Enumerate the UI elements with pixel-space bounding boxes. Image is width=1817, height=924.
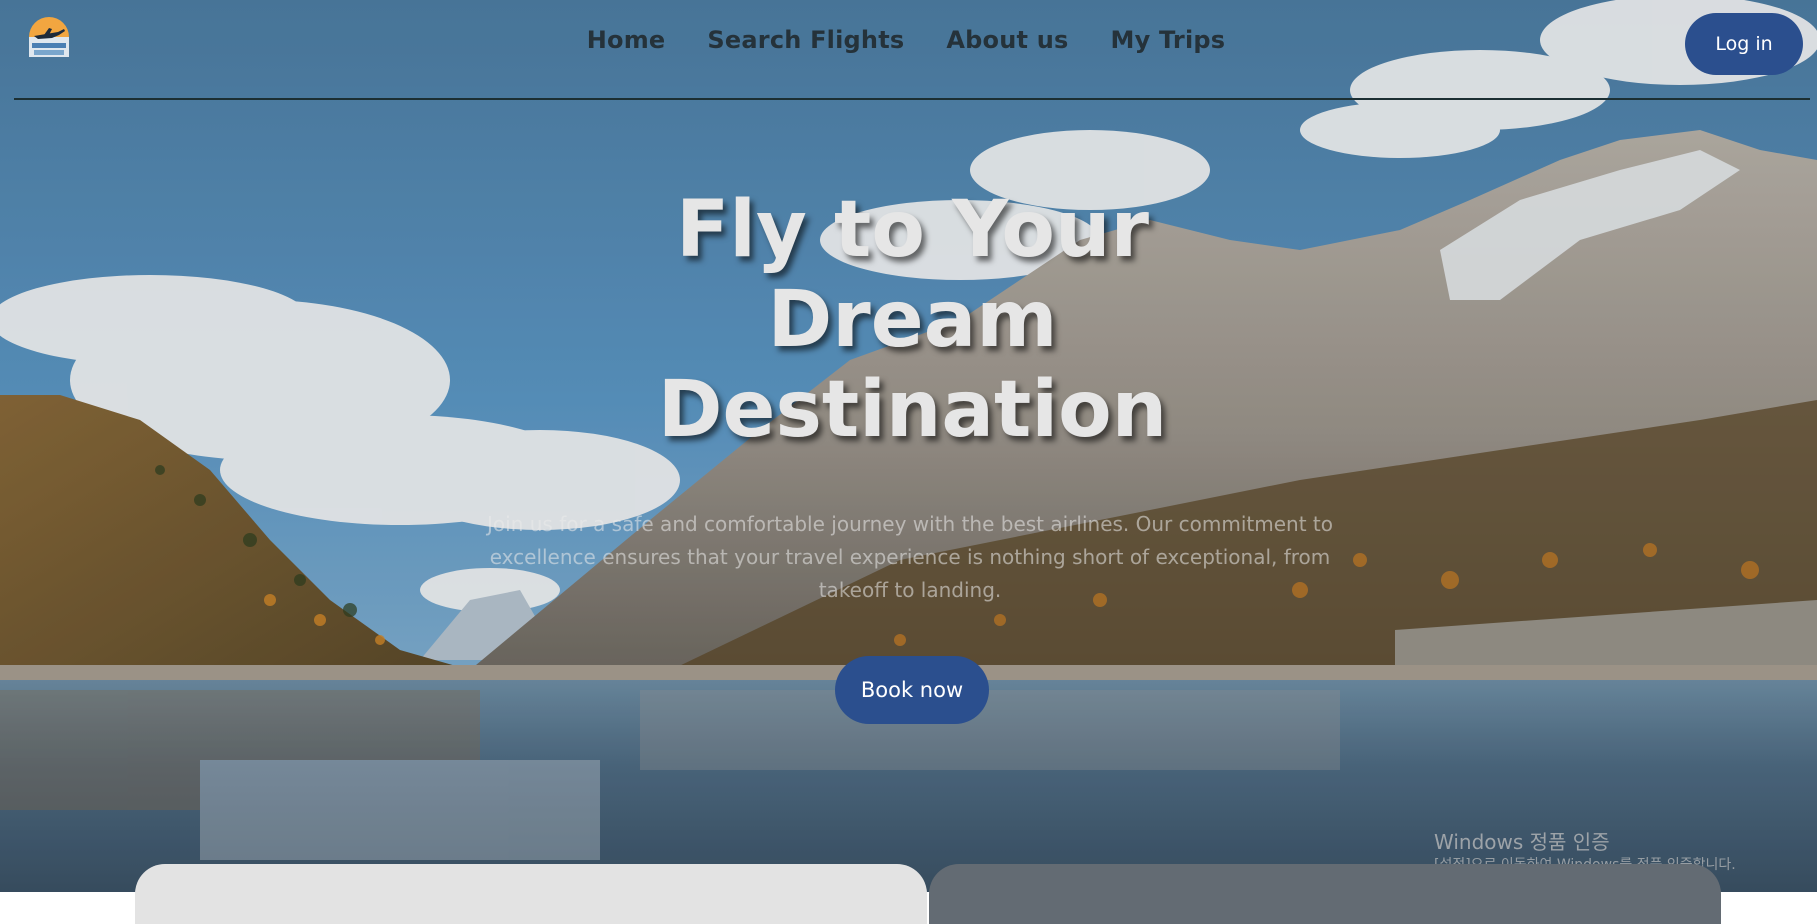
nav-link-my-trips[interactable]: My Trips: [1111, 26, 1226, 54]
hero-subtitle: Join us for a safe and comfortable journ…: [487, 512, 1333, 602]
hero-title: Fly to Your Dream Destination: [657, 185, 1168, 455]
main-navigation: Home Search Flights About us My Trips: [0, 26, 1817, 54]
nav-link-about-us[interactable]: About us: [946, 26, 1068, 54]
card-panel-left: [135, 864, 927, 924]
login-button[interactable]: Log in: [1685, 13, 1803, 75]
windows-activation-title: Windows 정품 인증: [1434, 830, 1610, 854]
nav-divider: [14, 98, 1810, 100]
book-now-button[interactable]: Book now: [835, 656, 989, 724]
nav-link-home[interactable]: Home: [587, 26, 666, 54]
nav-link-search-flights[interactable]: Search Flights: [707, 26, 904, 54]
card-panel-right: [929, 864, 1721, 924]
